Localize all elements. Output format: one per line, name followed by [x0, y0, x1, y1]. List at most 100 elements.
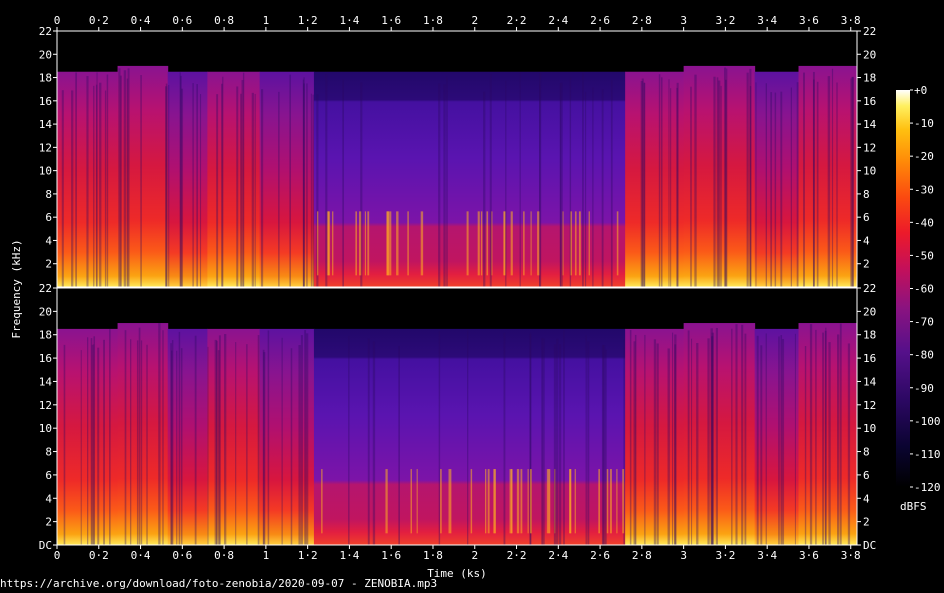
channel-bottom-stripe [549, 469, 551, 534]
channel-bottom-stripe [348, 335, 350, 545]
channel-bottom-stripe [305, 333, 309, 545]
channel-top-stripe [389, 211, 392, 276]
channel-top-stripe [328, 211, 331, 276]
channel-top-segment [259, 71, 315, 288]
y-tick-label-right: 2 [863, 258, 870, 271]
channel-top-stripe [61, 90, 64, 287]
channel-top-stripe [755, 82, 757, 288]
channel-bottom-stripe [103, 339, 105, 545]
channel-bottom-stripe [484, 469, 487, 534]
x-tick-label-top: 1 [263, 14, 270, 27]
channel-bottom-stripe [780, 335, 783, 545]
channel-bottom-stripe [609, 469, 612, 534]
channel-top-stripe [510, 211, 513, 276]
y-tick-label-left: 4 [45, 234, 52, 247]
colorbar-tick-label: -20 [914, 150, 934, 163]
channel-bottom-stripe [656, 343, 659, 545]
channel-top-stripe [140, 75, 142, 287]
channel-top-stripe [749, 68, 752, 288]
y-tick-label-left: 12 [39, 141, 52, 154]
channel-bottom-stripe [598, 469, 600, 534]
y-tick-label-right: 18 [863, 72, 876, 85]
channel-top-stripe [438, 83, 441, 287]
channel-top-stripe [342, 79, 344, 287]
channel-bottom-stripe [516, 469, 520, 534]
channel-bottom-stripe [90, 338, 93, 545]
channel-top-stripe [486, 211, 489, 276]
y-tick-label-right: 20 [863, 48, 876, 61]
y-tick-label-left: 6 [45, 469, 52, 482]
channel-bottom-stripe [644, 334, 646, 545]
channel-bottom-stripe [825, 327, 827, 545]
channel-bottom-stripe [281, 337, 283, 545]
channel-bottom-stripe [367, 338, 370, 545]
y-tick-label-right: 8 [863, 188, 870, 201]
channel-bottom-stripe [214, 339, 217, 545]
y-tick-label-right: 14 [863, 375, 877, 388]
colorbar-tick-label: -10 [914, 117, 934, 130]
channel-bottom-segment [683, 323, 756, 545]
channel-top-stripe [221, 83, 223, 288]
channel-top-stripe [670, 88, 672, 288]
channel-top-stripe [127, 68, 130, 287]
x-tick-label-bottom: 3·8 [841, 549, 861, 562]
y-tick-label-left: 2 [45, 516, 52, 529]
channel-top-stripe [489, 74, 492, 287]
x-tick-label-bottom: 2 [471, 549, 478, 562]
channel-top-segment [167, 71, 208, 288]
channel-bottom-stripe [622, 469, 625, 534]
channel-top-stripe [241, 80, 244, 288]
channel-top-stripe [302, 79, 305, 288]
channel-bottom-stripe [503, 332, 506, 545]
channel-top-stripe [640, 81, 643, 287]
colorbar-tick-label: -60 [914, 283, 934, 296]
y-tick-label-left: 16 [39, 352, 52, 365]
x-tick-label-top: 0·2 [89, 14, 109, 27]
channel-bottom-stripe [218, 335, 221, 545]
channel-top-stripe [86, 76, 89, 288]
channel-top-stripe [774, 92, 777, 287]
channel-bottom-stripe [207, 346, 209, 545]
channel-bottom-stripe [715, 327, 718, 545]
channel-top-stripe [720, 85, 722, 287]
y-tick-label-left: 20 [39, 48, 52, 61]
channel-top-stripe [765, 83, 767, 287]
channel-top-stripe [199, 94, 202, 287]
channel-bottom-stripe [298, 345, 301, 545]
channel-bottom-stripe [300, 335, 303, 545]
channel-bottom-stripe [162, 330, 164, 545]
colorbar-ticks: +0 -10 -20 -30 -40 -50 -60 -70 -80 -90 -100 -110 -12… [910, 84, 941, 494]
channel-top-stripe [836, 82, 838, 287]
y-tick-label-right: 12 [863, 399, 876, 412]
channel-bottom-stripe [587, 341, 590, 545]
channel-bottom-stripe [839, 323, 842, 545]
channel-bottom-stripe [109, 329, 111, 545]
y-tick-label-right: 14 [863, 118, 877, 131]
channel-bottom-stripe [267, 330, 270, 545]
channel-bottom-stripe [257, 335, 260, 545]
channel-bottom-stripe [97, 347, 100, 545]
channel-top-stripe [251, 92, 254, 287]
y-tick-label-left: 10 [39, 422, 52, 435]
channel-top-stripe [770, 92, 773, 287]
channel-bottom-stripe [710, 328, 713, 545]
channel-bottom-stripe [321, 469, 323, 534]
channel-bottom-stripe [778, 336, 780, 545]
channel-top-stripe [240, 93, 242, 287]
channel-top-stripe [96, 72, 98, 287]
channel-top-stripe [694, 74, 697, 288]
x-tick-label-top: 3·6 [799, 14, 819, 27]
channel-bottom-stripe [809, 324, 813, 545]
channel-bottom-stripe [667, 348, 670, 545]
y-axis-label: Frequency (kHz) [10, 239, 23, 338]
channel-top-stripe [616, 211, 619, 276]
colorbar-tick-label: -40 [914, 216, 934, 229]
x-tick-label-bottom: 2·6 [590, 549, 610, 562]
channel-top-stripe [289, 74, 291, 287]
channel-bottom-stripe [781, 338, 785, 545]
channel-bottom-stripe [731, 328, 733, 545]
x-tick-label-top: 2·4 [548, 14, 568, 27]
channel-bottom-stripe [176, 350, 178, 545]
channel-bottom-stripe [385, 469, 388, 534]
channel-top-stripe [119, 75, 122, 287]
